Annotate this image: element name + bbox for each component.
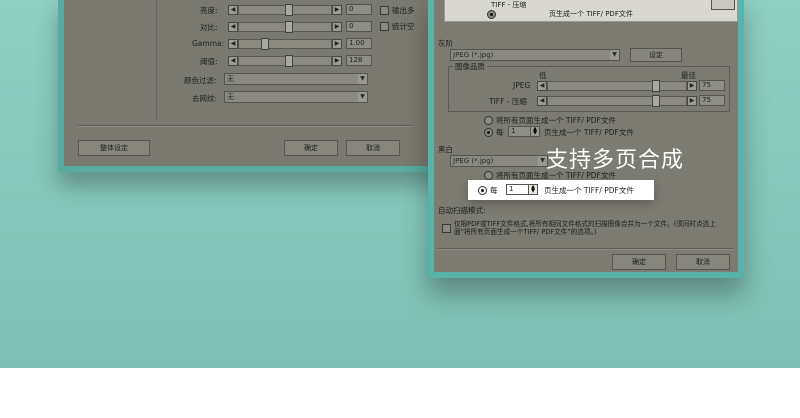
stat-blank-checkbox[interactable] bbox=[380, 22, 389, 31]
bottom-white-band bbox=[0, 368, 800, 418]
tiff-right-arrow[interactable]: ▶ bbox=[687, 96, 697, 106]
gray-each-page-radio[interactable] bbox=[484, 128, 493, 137]
gray-all-pages-radio[interactable] bbox=[484, 116, 493, 125]
color-filter-label: 颜色过滤: bbox=[184, 76, 217, 85]
cancel-button[interactable]: 取消 bbox=[676, 254, 730, 270]
auto-scan-title: 自动扫描模式: bbox=[438, 206, 486, 215]
top-value-box[interactable] bbox=[711, 0, 735, 10]
bw-format-value: JPEG (*.jpg) bbox=[453, 157, 494, 165]
gray-spin-arrows[interactable]: ▲ ▼ bbox=[530, 126, 540, 137]
bw-each-prefix: 每 bbox=[490, 186, 498, 195]
threshold-right-arrow[interactable]: ▶ bbox=[332, 56, 342, 66]
threshold-left-arrow[interactable]: ◀ bbox=[228, 56, 238, 66]
brightness-right-arrow[interactable]: ▶ bbox=[332, 5, 342, 15]
brightness-value[interactable]: 0 bbox=[346, 4, 372, 15]
jpeg-quality-value[interactable]: 75 bbox=[699, 80, 725, 91]
color-filter-value: 无 bbox=[227, 75, 234, 83]
tiff-quality-value[interactable]: 75 bbox=[699, 95, 725, 106]
gray-each-prefix: 每 bbox=[496, 128, 504, 137]
brightness-left-arrow[interactable]: ◀ bbox=[228, 5, 238, 15]
gamma-right-arrow[interactable]: ▶ bbox=[332, 39, 342, 49]
bw-section-title: 黑白 bbox=[438, 145, 453, 154]
contrast-slider[interactable] bbox=[238, 21, 332, 33]
contrast-label: 对比: bbox=[200, 23, 218, 32]
gray-format-select[interactable]: JPEG (*.jpg) ▼ bbox=[450, 49, 620, 61]
quality-low-label: 低 bbox=[539, 71, 547, 80]
sidebar-panel bbox=[72, 0, 157, 120]
threshold-label: 阈值: bbox=[200, 57, 218, 66]
bw-each-suffix: 页生成一个 TIFF/ PDF文件 bbox=[544, 186, 634, 195]
tiff-left-arrow[interactable]: ◀ bbox=[537, 96, 547, 106]
jpeg-quality-slider[interactable] bbox=[547, 80, 687, 92]
tiff-thumb[interactable] bbox=[652, 95, 660, 107]
ok-button[interactable]: 确定 bbox=[284, 140, 338, 156]
quality-title: 图像品质 bbox=[453, 61, 487, 72]
image-quality-group: 图像品质 低 最佳 JPEG ◀ ▶ 75 TIFF - 压缩 ◀ ▶ 75 bbox=[448, 61, 730, 112]
contrast-left-arrow[interactable]: ◀ bbox=[228, 22, 238, 32]
top-radio-label: 页生成一个 TIFF/ PDF文件 bbox=[549, 10, 633, 18]
jpeg-right-arrow[interactable]: ▶ bbox=[687, 81, 697, 91]
divider bbox=[78, 125, 412, 127]
contrast-right-arrow[interactable]: ▶ bbox=[332, 22, 342, 32]
feature-caption: 支持多页合成 bbox=[546, 148, 685, 173]
bw-all-pages-radio[interactable] bbox=[484, 171, 493, 180]
stat-blank-label: 统计空 bbox=[392, 22, 415, 31]
tiff-quality-slider[interactable] bbox=[547, 95, 687, 107]
descreen-select[interactable]: 无 ▼ bbox=[224, 91, 368, 103]
file-format-dialog: TIFF - 压缩 页生成一个 TIFF/ PDF文件 灰阶 JPEG (*.j… bbox=[428, 0, 744, 278]
brightness-label: 亮度: bbox=[200, 6, 218, 15]
gray-settings-button[interactable]: 设定 bbox=[630, 48, 682, 62]
ok-button[interactable]: 确定 bbox=[612, 254, 666, 270]
threshold-slider[interactable] bbox=[238, 55, 332, 67]
cancel-button[interactable]: 取消 bbox=[346, 140, 400, 156]
highlighted-each-page-option: 每 1 ▲ ▼ 页生成一个 TIFF/ PDF文件 bbox=[468, 180, 654, 200]
divider bbox=[438, 248, 734, 250]
descreen-value: 无 bbox=[227, 93, 234, 101]
scan-settings-body: 亮度: ◀ ▶ 0 对比: ◀ ▶ 0 Gamma: ◀ ▶ 1.00 阈值: … bbox=[64, 0, 452, 166]
color-filter-select[interactable]: 无 ▼ bbox=[224, 73, 368, 85]
gamma-thumb[interactable] bbox=[261, 38, 269, 50]
chevron-down-icon: ▼ bbox=[610, 50, 619, 60]
tiff-quality-label: TIFF - 压缩 bbox=[489, 97, 527, 106]
auto-scan-checkbox[interactable] bbox=[442, 224, 451, 233]
file-format-body: TIFF - 压缩 页生成一个 TIFF/ PDF文件 灰阶 JPEG (*.j… bbox=[434, 0, 738, 272]
auto-scan-description: 仅限PDF或TIFF文件格式,将所有相同文件格式的扫描图像合并为一个文件。(须同… bbox=[454, 220, 716, 236]
top-each-radio[interactable] bbox=[487, 10, 496, 19]
overall-settings-button[interactable]: 整体设定 bbox=[78, 140, 150, 156]
bw-each-spinner[interactable]: 1 bbox=[506, 184, 530, 195]
jpeg-left-arrow[interactable]: ◀ bbox=[537, 81, 547, 91]
output-multi-label: 输出多 bbox=[392, 6, 415, 15]
bw-each-page-radio[interactable] bbox=[478, 186, 487, 195]
gray-each-suffix: 页生成一个 TIFF/ PDF文件 bbox=[544, 128, 634, 137]
top-tiff-label: TIFF - 压缩 bbox=[491, 1, 527, 9]
gray-all-pages-label: 将所有页面生成一个 TIFF/ PDF文件 bbox=[496, 116, 616, 125]
top-options-strip: TIFF - 压缩 页生成一个 TIFF/ PDF文件 bbox=[444, 0, 738, 22]
jpeg-thumb[interactable] bbox=[652, 80, 660, 92]
quality-high-label: 最佳 bbox=[681, 71, 696, 80]
bw-spin-arrows[interactable]: ▲ ▼ bbox=[528, 184, 538, 195]
descreen-label: 去网纹: bbox=[192, 94, 218, 103]
brightness-thumb[interactable] bbox=[285, 4, 293, 16]
scan-settings-dialog: 亮度: ◀ ▶ 0 对比: ◀ ▶ 0 Gamma: ◀ ▶ 1.00 阈值: … bbox=[58, 0, 458, 172]
gray-each-spinner[interactable]: 1 bbox=[508, 126, 532, 137]
brightness-slider[interactable] bbox=[238, 4, 332, 16]
background-scene: 亮度: ◀ ▶ 0 对比: ◀ ▶ 0 Gamma: ◀ ▶ 1.00 阈值: … bbox=[0, 0, 800, 368]
threshold-value[interactable]: 128 bbox=[346, 55, 372, 66]
jpeg-quality-label: JPEG bbox=[513, 81, 531, 90]
contrast-value[interactable]: 0 bbox=[346, 21, 372, 32]
gamma-left-arrow[interactable]: ◀ bbox=[228, 39, 238, 49]
threshold-thumb[interactable] bbox=[285, 55, 293, 67]
gamma-value[interactable]: 1.00 bbox=[346, 38, 372, 49]
gamma-slider[interactable] bbox=[238, 38, 332, 50]
output-multi-checkbox[interactable] bbox=[380, 6, 389, 15]
contrast-thumb[interactable] bbox=[285, 21, 293, 33]
gray-section-title: 灰阶 bbox=[438, 39, 453, 48]
gray-format-value: JPEG (*.jpg) bbox=[453, 51, 494, 59]
chevron-down-icon: ▼ bbox=[358, 74, 367, 84]
chevron-down-icon: ▼ bbox=[358, 92, 367, 102]
gamma-label: Gamma: bbox=[192, 39, 225, 48]
bw-format-select[interactable]: JPEG (*.jpg) ▼ bbox=[450, 155, 548, 167]
